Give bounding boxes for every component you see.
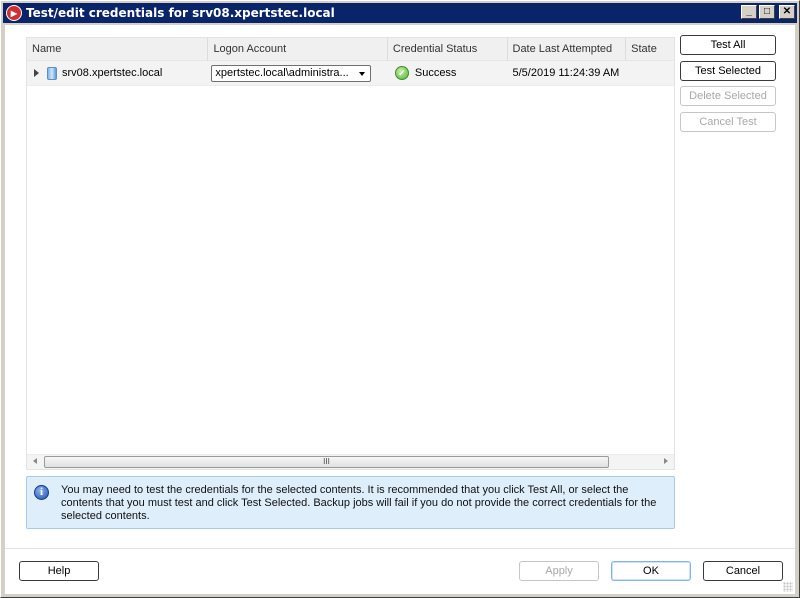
chevron-down-icon	[359, 71, 366, 76]
resize-grip[interactable]	[783, 582, 793, 592]
credential-status-value: Success	[414, 67, 457, 79]
ok-button[interactable]: OK	[611, 561, 691, 581]
server-name: srv08.xpertstec.local	[62, 67, 163, 79]
credentials-dialog: ▶ Test/edit credentials for srv08.xperts…	[0, 0, 800, 598]
window-title: Test/edit credentials for srv08.xpertste…	[26, 6, 335, 20]
cell-date-last-attempted: 5/5/2019 11:24:39 AM	[508, 61, 627, 86]
column-header-credential-status[interactable]: Credential Status	[388, 38, 508, 61]
cancel-button[interactable]: Cancel	[703, 561, 783, 581]
logon-account-value: xpertstec.local\administra...	[215, 67, 349, 79]
maximize-button[interactable]: □	[759, 5, 775, 19]
info-message-text: You may need to test the credentials for…	[61, 484, 657, 522]
info-icon: i	[34, 485, 49, 500]
apply-button[interactable]: Apply	[519, 561, 599, 581]
minimize-button[interactable]: _	[741, 5, 757, 19]
cancel-test-button[interactable]: Cancel Test	[680, 112, 776, 132]
delete-selected-button[interactable]: Delete Selected	[680, 86, 776, 106]
grid-header: Name Logon Account Credential Status Dat…	[27, 38, 674, 61]
date-last-attempted-value: 5/5/2019 11:24:39 AM	[512, 67, 620, 79]
horizontal-scrollbar[interactable]: III	[27, 454, 674, 469]
cell-credential-status: ✓ Success	[388, 61, 508, 86]
scroll-left-arrow-icon[interactable]	[33, 458, 37, 464]
column-header-logon-account[interactable]: Logon Account	[208, 38, 388, 61]
success-check-icon: ✓	[394, 66, 409, 80]
credentials-grid: Name Logon Account Credential Status Dat…	[26, 37, 675, 470]
table-row[interactable]: srv08.xpertstec.local xpertstec.local\ad…	[27, 61, 674, 86]
expand-arrow-icon[interactable]	[34, 69, 39, 77]
test-all-button[interactable]: Test All	[680, 35, 776, 55]
server-icon	[47, 66, 57, 80]
app-icon: ▶	[6, 5, 22, 21]
info-message-box: i You may need to test the credentials f…	[26, 476, 675, 529]
title-bar[interactable]: ▶ Test/edit credentials for srv08.xperts…	[3, 3, 797, 23]
column-header-name[interactable]: Name	[27, 38, 209, 61]
cell-logon-account: xpertstec.local\administra...	[208, 61, 387, 86]
scroll-right-arrow-icon[interactable]	[664, 458, 668, 464]
cell-name: srv08.xpertstec.local	[27, 61, 208, 86]
logon-account-dropdown[interactable]: xpertstec.local\administra...	[211, 64, 372, 82]
help-button[interactable]: Help	[19, 561, 99, 581]
footer-divider	[5, 548, 795, 549]
test-selected-button[interactable]: Test Selected	[680, 61, 776, 81]
scrollbar-thumb[interactable]: III	[44, 456, 609, 468]
close-button[interactable]: ✕	[779, 5, 795, 19]
column-header-state[interactable]: State	[626, 38, 674, 61]
cell-state	[626, 61, 674, 86]
dialog-body: Name Logon Account Credential Status Dat…	[5, 25, 795, 594]
column-header-date-last-attempted[interactable]: Date Last Attempted	[508, 38, 627, 61]
